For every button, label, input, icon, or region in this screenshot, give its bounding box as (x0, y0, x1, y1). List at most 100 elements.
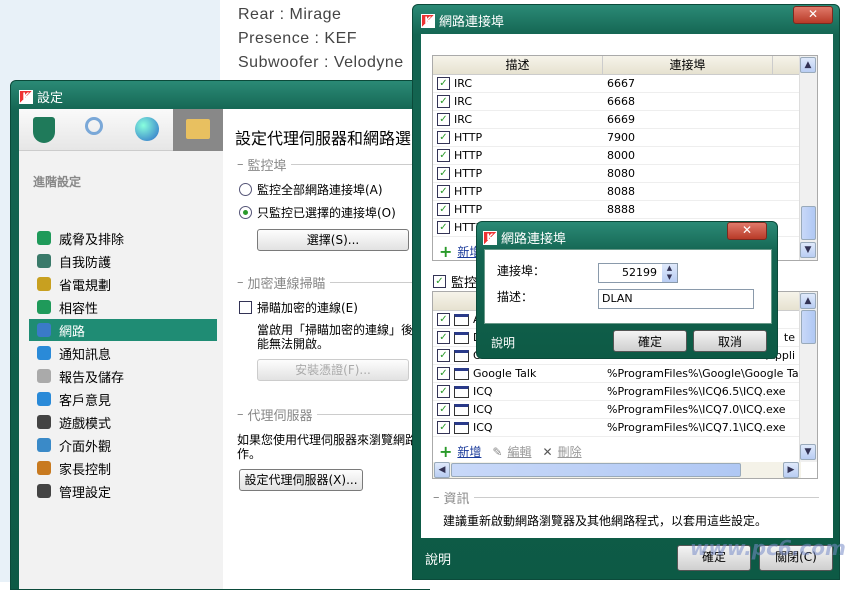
table-row[interactable]: ✓ ICQ %ProgramFiles%\ICQ7.0\ICQ.exe (433, 401, 817, 419)
sidebar-item-label: 家長控制 (59, 462, 112, 478)
column-description[interactable]: 描述 (433, 56, 603, 74)
scroll-up-icon[interactable]: ▲ (800, 57, 816, 73)
arrows-icon (37, 392, 51, 406)
stepper-arrows-icon[interactable]: ▲ ▼ (662, 264, 677, 282)
window-title: 設定 (37, 91, 64, 106)
row-checkbox[interactable]: ✓ (437, 349, 450, 362)
network-icon (37, 323, 51, 337)
application-icon (454, 385, 469, 398)
floppy-icon (37, 484, 51, 498)
app-path: %ProgramFiles%\ICQ7.0\ICQ.exe (607, 403, 786, 416)
app-path: %ProgramFiles%\ICQ7.1\ICQ.exe (607, 421, 786, 434)
row-checkbox[interactable]: ✓ (437, 331, 450, 344)
add-app-link[interactable]: 新增 (457, 443, 481, 460)
monitor-selected-radio[interactable]: 只監控已選擇的連接埠(O) (239, 204, 396, 221)
port-number: 8888 (607, 203, 635, 216)
select-ports-button[interactable]: 選擇(S)... (257, 229, 409, 251)
row-checkbox[interactable]: ✓ (437, 149, 450, 162)
sidebar-item-label: 自我防護 (59, 255, 112, 271)
sidebar-item[interactable]: 自我防護 (29, 250, 217, 272)
table-row[interactable]: ✓ HTTP 8088 (433, 183, 817, 201)
row-checkbox[interactable]: ✓ (437, 77, 450, 90)
row-checkbox[interactable]: ✓ (437, 113, 450, 126)
tab-advanced[interactable] (173, 109, 223, 151)
settings-body: 進階設定 威脅及排除 自我防護 省電規劃 相容性 網路 通知訊息 報告及儲存 客戶意見 遊戲模式… (19, 109, 437, 589)
table-row[interactable]: ✓ ICQ %ProgramFiles%\ICQ7.1\ICQ.exe (433, 419, 817, 437)
sidebar-item[interactable]: 遊戲模式 (29, 411, 217, 433)
background-text: Subwoofer : Velodyne (238, 54, 404, 71)
sidebar-item-label: 管理設定 (59, 485, 112, 501)
scroll-right-icon[interactable]: ▶ (783, 462, 799, 478)
apps-scrollbar[interactable]: ▲ ▼ (799, 292, 817, 462)
sidebar-item[interactable]: 相容性 (29, 296, 217, 318)
table-row[interactable]: ✓ IRC 6669 (433, 111, 817, 129)
globe-icon[interactable] (135, 117, 159, 141)
sidebar: 進階設定 威脅及排除 自我防護 省電規劃 相容性 網路 通知訊息 報告及儲存 客戶意見 遊戲模式… (19, 109, 223, 589)
table-row[interactable]: ✓ HTTP 8080 (433, 165, 817, 183)
port-description: HTTP (454, 185, 483, 198)
sidebar-item[interactable]: 家長控制 (29, 457, 217, 479)
row-checkbox[interactable]: ✓ (437, 403, 450, 416)
row-checkbox[interactable]: ✓ (437, 221, 450, 234)
sidebar-item[interactable]: 管理設定 (29, 480, 217, 502)
description-input[interactable]: DLAN (598, 289, 754, 309)
scroll-down-icon[interactable]: ▼ (800, 242, 816, 258)
ports-scrollbar[interactable]: ▲ ▼ (799, 56, 817, 260)
description-label: 描述： (497, 290, 534, 304)
row-checkbox[interactable]: ✓ (437, 95, 450, 108)
table-row[interactable]: ✓ HTTP 7900 (433, 129, 817, 147)
sidebar-item[interactable]: 網路 (29, 319, 217, 341)
ok-button[interactable]: 確定 (613, 330, 687, 352)
row-checkbox[interactable]: ✓ (437, 131, 450, 144)
table-row[interactable]: ✓ HTTP 8888 (433, 201, 817, 219)
scroll-up-icon[interactable]: ▲ (800, 293, 816, 309)
table-row[interactable]: ✓ Google Talk %ProgramFiles%\Google\Google… (433, 365, 817, 383)
sidebar-item[interactable]: 省電規劃 (29, 273, 217, 295)
sidebar-item-label: 省電規劃 (59, 278, 112, 294)
scroll-down-icon[interactable]: ▼ (800, 444, 816, 460)
scroll-left-icon[interactable]: ◀ (434, 462, 450, 478)
monitor-all-radio[interactable]: 監控全部網路連接埠(A) (239, 181, 383, 198)
horizontal-scrollbar[interactable]: ◀ ▶ (433, 462, 801, 478)
sidebar-item[interactable]: 介面外觀 (29, 434, 217, 456)
column-port[interactable]: 連接埠 (603, 56, 773, 74)
port-description: HTTP (454, 131, 483, 144)
search-icon[interactable] (85, 117, 103, 135)
help-link[interactable]: 說明 (491, 334, 515, 351)
help-link[interactable]: 說明 (425, 549, 451, 568)
scroll-thumb[interactable] (801, 206, 816, 240)
application-icon (454, 403, 469, 416)
sidebar-item-label: 遊戲模式 (59, 416, 112, 432)
scroll-thumb[interactable] (451, 463, 741, 477)
sidebar-item[interactable]: 通知訊息 (29, 342, 217, 364)
close-button[interactable]: ✕ (793, 6, 833, 24)
sidebar-item-label: 通知訊息 (59, 347, 112, 363)
row-checkbox[interactable]: ✓ (437, 185, 450, 198)
close-button[interactable]: ✕ (727, 222, 767, 240)
table-row[interactable]: ✓ IRC 6668 (433, 93, 817, 111)
row-checkbox[interactable]: ✓ (437, 385, 450, 398)
table-row[interactable]: ✓ ICQ %ProgramFiles%\ICQ6.5\ICQ.exe (433, 383, 817, 401)
info-legend: – 資訊 (433, 488, 819, 507)
sidebar-item[interactable]: 客戶意見 (29, 388, 217, 410)
report-icon (37, 369, 51, 383)
delete-icon: ✕ (542, 444, 553, 459)
scan-encrypted-checkbox[interactable]: 掃瞄加密的連線(E) (239, 299, 358, 316)
port-number: 6667 (607, 77, 635, 90)
row-checkbox[interactable]: ✓ (437, 367, 450, 380)
row-checkbox[interactable]: ✓ (437, 203, 450, 216)
row-checkbox[interactable]: ✓ (437, 313, 450, 326)
sidebar-item[interactable]: 報告及儲存 (29, 365, 217, 387)
row-checkbox[interactable]: ✓ (437, 421, 450, 434)
cancel-button[interactable]: 取消 (693, 330, 767, 352)
table-row[interactable]: ✓ IRC 6667 (433, 75, 817, 93)
table-row[interactable]: ✓ HTTP 8000 (433, 147, 817, 165)
scroll-thumb[interactable] (801, 310, 816, 344)
add-icon: + (439, 442, 453, 461)
configure-proxy-button[interactable]: 設定代理伺服器(X)... (239, 469, 363, 491)
monitor-apps-checkbox[interactable]: ✓ 監控 (433, 272, 477, 291)
page-title: 設定代理伺服器和網路選 (235, 129, 412, 148)
sidebar-item[interactable]: 威脅及排除 (29, 227, 217, 249)
row-checkbox[interactable]: ✓ (437, 167, 450, 180)
shield-icon[interactable] (33, 117, 55, 143)
